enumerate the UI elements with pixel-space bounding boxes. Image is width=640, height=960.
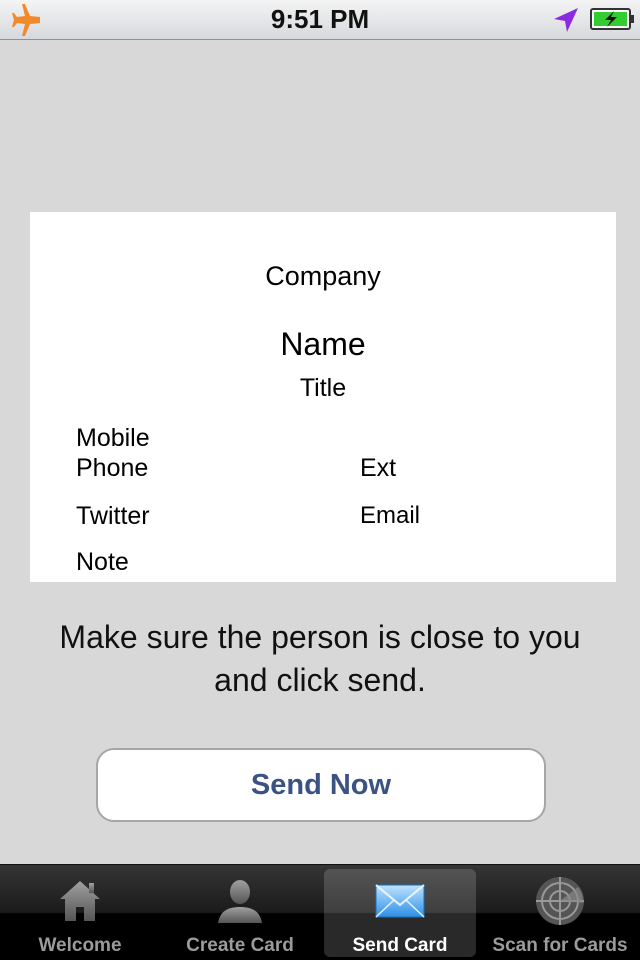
card-mobile: Mobile xyxy=(76,424,150,452)
tab-scan-for-cards[interactable]: Scan for Cards xyxy=(484,869,636,957)
tab-create-card[interactable]: Create Card xyxy=(164,869,316,957)
battery-charging-icon xyxy=(590,8,634,30)
tab-welcome[interactable]: Welcome xyxy=(4,869,156,957)
card-ext: Ext xyxy=(360,454,397,482)
status-bar: 9:51 PM xyxy=(0,0,640,40)
card-twitter: Twitter xyxy=(76,502,150,530)
card-name: Name xyxy=(280,326,366,362)
card-email: Email xyxy=(360,502,421,529)
tab-bar: Welcome Create Card Send Card Scan for C… xyxy=(0,864,640,960)
tab-label: Scan for Cards xyxy=(492,935,628,956)
envelope-icon xyxy=(375,884,425,918)
card-company: Company xyxy=(265,261,381,291)
business-card-preview: Company Name Title Mobile Phone Ext Twit… xyxy=(30,212,616,582)
person-icon xyxy=(218,880,262,923)
tab-label: Create Card xyxy=(186,935,294,956)
send-now-button[interactable]: Send Now xyxy=(96,748,546,822)
card-title: Title xyxy=(299,374,347,402)
status-time: 9:51 PM xyxy=(270,4,370,34)
instructions-text: Make sure the person is close to you and… xyxy=(59,619,581,698)
tab-send-card[interactable]: Send Card xyxy=(324,869,476,957)
card-note: Note xyxy=(76,548,129,576)
tab-label: Send Card xyxy=(352,935,448,956)
location-icon xyxy=(554,8,578,32)
card-phone: Phone xyxy=(76,454,149,482)
home-icon xyxy=(60,881,100,921)
radar-icon xyxy=(536,877,584,925)
tab-label: Welcome xyxy=(38,935,122,956)
